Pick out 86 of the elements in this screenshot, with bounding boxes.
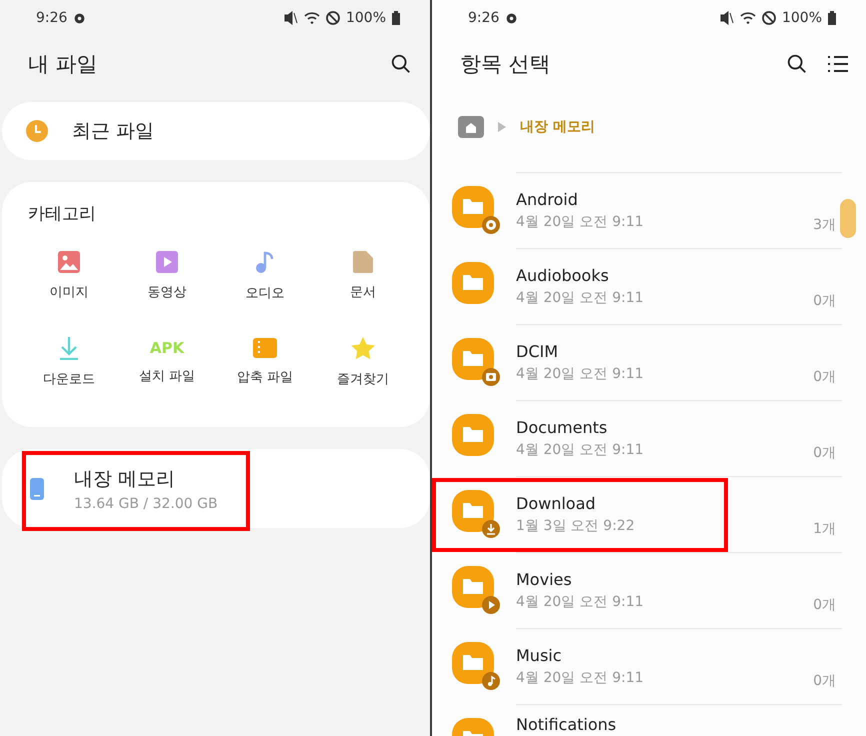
- folder-date: 1월 3일 오전 9:22: [516, 517, 636, 535]
- folder-icon: [452, 262, 494, 304]
- folder-name: Notifications: [516, 715, 618, 734]
- storage-card[interactable]: 내장 메모리 13.64 GB / 32.00 GB: [2, 449, 430, 528]
- category-item[interactable]: 동영상: [118, 241, 216, 311]
- image-icon: [58, 251, 80, 273]
- archive-folder-icon: [253, 338, 277, 358]
- storage-usage: 13.64 GB / 32.00 GB: [74, 496, 219, 512]
- folder-date: 4월 20일 오전 9:11: [516, 365, 645, 383]
- folder-name: Music: [516, 646, 563, 665]
- battery-level: 100%: [782, 10, 822, 26]
- folder-date: 4월 20일 오전 9:11: [516, 441, 645, 459]
- page-title: 내 파일: [28, 51, 98, 78]
- do-not-disturb-icon: [326, 11, 340, 25]
- folder-icon: [452, 414, 494, 456]
- item-count: 3개: [813, 216, 836, 234]
- folder-name: Documents: [516, 418, 608, 437]
- battery-icon: [828, 11, 836, 25]
- download-badge-icon: [482, 520, 500, 538]
- category-item[interactable]: 이미지: [20, 241, 118, 311]
- category-item[interactable]: 압축 파일: [216, 327, 314, 397]
- recent-files-card[interactable]: 최근 파일: [2, 102, 430, 160]
- recent-files-label: 최근 파일: [72, 119, 154, 144]
- page-title: 항목 선택: [460, 51, 551, 78]
- do-not-disturb-icon: [762, 11, 776, 25]
- folder-date: 4월 20일 오전 9:11: [516, 213, 645, 231]
- folder-row[interactable]: Notifications: [516, 704, 842, 736]
- folder-name: Audiobooks: [516, 266, 610, 285]
- list-view-button[interactable]: [828, 55, 848, 73]
- list-icon: [828, 55, 848, 73]
- category-item[interactable]: 즐겨찾기: [314, 327, 412, 397]
- section-title: 카테고리: [28, 204, 96, 224]
- download-icon: [59, 336, 79, 360]
- folder-name: DCIM: [516, 342, 560, 361]
- folder-row[interactable]: DCIM 4월 20일 오전 9:11 0개: [516, 324, 842, 400]
- apk-icon: APK: [150, 339, 184, 357]
- play-badge-icon: [482, 596, 500, 614]
- camera-badge-icon: [482, 368, 500, 386]
- folder-icon: [452, 566, 494, 608]
- item-count: 0개: [813, 444, 836, 462]
- search-button[interactable]: [390, 53, 412, 75]
- folder-name: Download: [516, 494, 597, 513]
- music-note-icon: [255, 250, 275, 274]
- folder-row[interactable]: Music 4월 20일 오전 9:11 0개: [516, 628, 842, 704]
- folder-icon: [452, 338, 494, 380]
- wifi-icon: [740, 11, 756, 25]
- folder-icon: [452, 490, 494, 532]
- storage-name: 내장 메모리: [74, 466, 176, 492]
- battery-level: 100%: [346, 10, 386, 26]
- folder-date: 4월 20일 오전 9:11: [516, 593, 645, 611]
- battery-icon: [392, 11, 400, 25]
- wifi-icon: [304, 11, 320, 25]
- folder-icon: [452, 642, 494, 684]
- home-folder-icon[interactable]: [458, 116, 484, 138]
- item-count: 1개: [813, 520, 836, 538]
- video-icon: [156, 251, 178, 273]
- search-button[interactable]: [786, 53, 808, 75]
- folder-name: Android: [516, 190, 579, 209]
- item-count: 0개: [813, 368, 836, 386]
- folder-date: 4월 20일 오전 9:11: [516, 669, 645, 687]
- category-item[interactable]: APK 설치 파일: [118, 327, 216, 397]
- folder-date: 4월 20일 오전 9:11: [516, 289, 645, 307]
- music-badge-icon: [482, 672, 500, 690]
- category-item[interactable]: 문서: [314, 241, 412, 311]
- folder-row[interactable]: Android 4월 20일 오전 9:11 3개: [516, 172, 842, 248]
- clock-time: 9:26: [468, 10, 500, 26]
- clock-time: 9:26: [36, 10, 68, 26]
- folder-row[interactable]: Audiobooks 4월 20일 오전 9:11 0개: [516, 248, 842, 324]
- folder-row[interactable]: Download 1월 3일 오전 9:22 1개: [516, 476, 842, 552]
- mute-icon: [720, 10, 734, 26]
- folder-row[interactable]: Documents 4월 20일 오전 9:11 0개: [516, 400, 842, 476]
- folder-row[interactable]: Movies 4월 20일 오전 9:11 0개: [516, 552, 842, 628]
- scroll-handle[interactable]: [840, 199, 856, 238]
- document-icon: [353, 251, 373, 273]
- mute-icon: [284, 10, 298, 26]
- category-item[interactable]: 오디오: [216, 241, 314, 311]
- item-count: 0개: [813, 672, 836, 690]
- breadcrumb-arrow-icon: [498, 122, 506, 132]
- phone-icon: [30, 478, 44, 500]
- item-count: 0개: [813, 292, 836, 310]
- folder-icon: [452, 186, 494, 228]
- clock-icon: [26, 120, 48, 142]
- star-icon: [351, 336, 375, 360]
- folder-name: Movies: [516, 570, 573, 589]
- category-item[interactable]: 다운로드: [20, 327, 118, 397]
- item-count: 0개: [813, 596, 836, 614]
